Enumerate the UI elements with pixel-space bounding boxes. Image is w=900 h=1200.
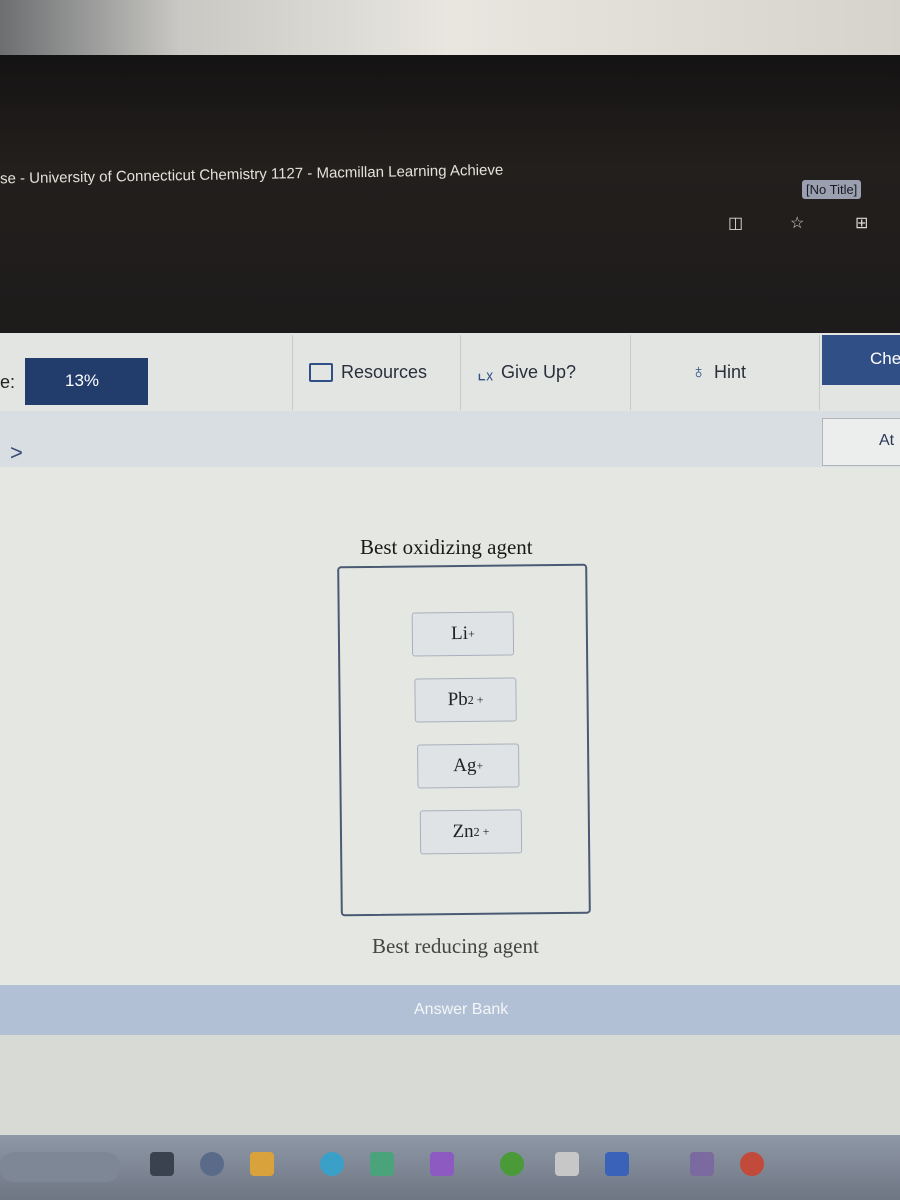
ranking-item-ag[interactable]: Ag +	[417, 743, 520, 789]
ranking-top-label: Best oxidizing agent	[360, 535, 533, 559]
file-explorer-icon[interactable]	[250, 1152, 274, 1176]
give-up-icon: ⌞ₓ	[477, 362, 493, 384]
app-icon[interactable]	[430, 1152, 454, 1176]
ranking-item-li[interactable]: Li +	[411, 611, 515, 657]
resources-button[interactable]: Resources	[292, 335, 460, 410]
navigation-band	[0, 411, 900, 467]
powerpoint-icon[interactable]	[740, 1152, 764, 1176]
give-up-button[interactable]: ⌞ₓ Give Up?	[460, 335, 630, 410]
favorites-icon[interactable]: ☆	[790, 213, 804, 233]
hint-label: Hint	[714, 362, 747, 382]
split-screen-icon[interactable]: ◫	[728, 213, 743, 233]
progress-badge: 13%	[25, 358, 148, 405]
chat-icon[interactable]	[200, 1152, 224, 1176]
chevron-right-icon[interactable]: >	[10, 440, 23, 466]
answer-bank-area	[0, 1035, 900, 1140]
ranking-item-zn[interactable]: Zn 2 +	[419, 809, 523, 855]
ranking-item-pb[interactable]: Pb 2 +	[414, 677, 517, 723]
chrome-icon[interactable]	[500, 1152, 524, 1176]
extension-label[interactable]: [No Title]	[802, 180, 862, 199]
ranking-bottom-label: Best reducing agent	[372, 934, 539, 958]
edge-icon[interactable]	[320, 1152, 344, 1176]
lightbulb-icon: ♁	[691, 361, 706, 383]
store-icon[interactable]	[370, 1152, 394, 1176]
resources-label: Resources	[341, 362, 428, 382]
teams-icon[interactable]	[690, 1152, 714, 1176]
onenote-icon[interactable]	[555, 1152, 579, 1176]
answer-bank-header: Answer Bank	[0, 985, 900, 1035]
check-answer-button[interactable]: Che	[822, 335, 900, 385]
collections-icon[interactable]: ⊞	[855, 213, 868, 233]
score-label: e:	[0, 372, 16, 392]
folder-icon	[309, 363, 333, 382]
attempt-button[interactable]: At	[822, 418, 900, 466]
ranking-dropzone[interactable]: Li + Pb 2 + Ag + Zn 2 +	[337, 563, 591, 917]
word-icon[interactable]	[605, 1152, 629, 1176]
taskview-icon[interactable]	[150, 1152, 174, 1176]
hint-button[interactable]: ♁ Hint	[630, 335, 820, 410]
taskbar-search[interactable]	[0, 1152, 120, 1182]
browser-chrome	[0, 55, 900, 335]
give-up-label: Give Up?	[500, 362, 576, 382]
